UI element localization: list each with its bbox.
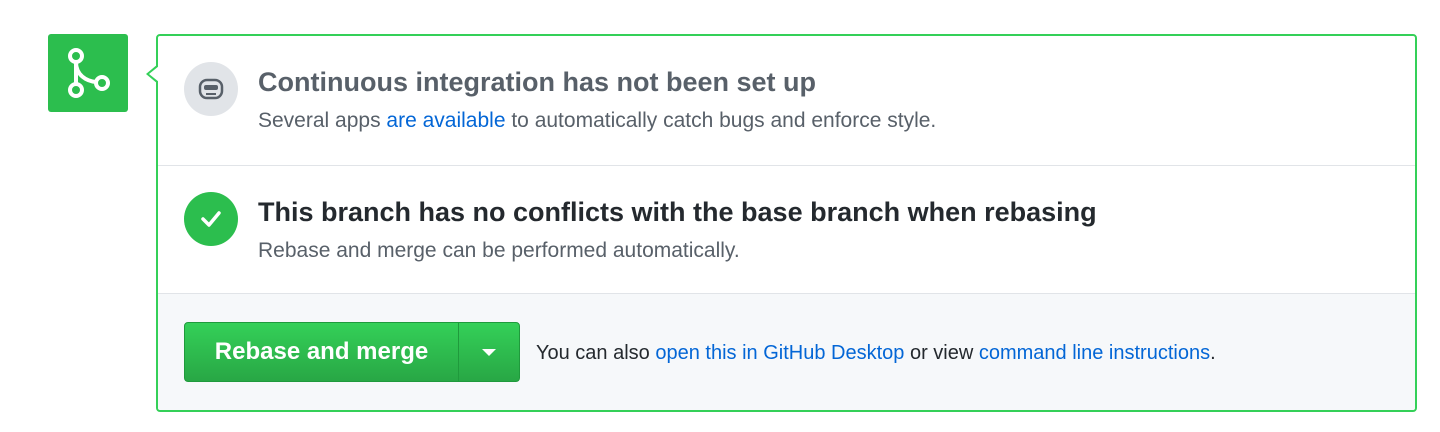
alternate-merge-text: You can also open this in GitHub Desktop…: [536, 340, 1216, 366]
ci-description: Several apps are available to automatica…: [258, 108, 936, 134]
git-branch-icon: [68, 48, 110, 98]
merge-method-dropdown-button[interactable]: [459, 323, 519, 381]
also-suffix: .: [1210, 342, 1216, 364]
merge-panel: Continuous integration has not been set …: [146, 34, 1417, 412]
github-desktop-link[interactable]: open this in GitHub Desktop: [655, 342, 904, 364]
ci-desc-suffix: to automatically catch bugs and enforce …: [505, 109, 937, 132]
check-icon: [184, 192, 238, 246]
rebase-and-merge-button[interactable]: Rebase and merge: [185, 323, 459, 381]
conflict-status-section: This branch has no conflicts with the ba…: [158, 166, 1415, 294]
conflict-title: This branch has no conflicts with the ba…: [258, 197, 1097, 227]
merge-action-section: Rebase and merge You can also open this …: [158, 294, 1415, 410]
merge-status-badge: [48, 34, 128, 112]
caret-down-icon: [482, 348, 496, 356]
apps-available-link[interactable]: are available: [386, 109, 505, 132]
conflict-description: Rebase and merge can be performed automa…: [258, 239, 740, 262]
ci-title: Continuous integration has not been set …: [258, 67, 816, 97]
merge-box-area: Continuous integration has not been set …: [0, 0, 1440, 432]
ci-desc-prefix: Several apps: [258, 109, 387, 132]
merge-button-group: Rebase and merge: [184, 322, 520, 382]
panel-pointer: [146, 64, 159, 84]
also-middle: or view: [904, 342, 979, 364]
also-prefix: You can also: [536, 342, 656, 364]
ci-status-section: Continuous integration has not been set …: [158, 36, 1415, 166]
robot-icon: [184, 62, 238, 116]
command-line-instructions-link[interactable]: command line instructions: [979, 342, 1210, 364]
